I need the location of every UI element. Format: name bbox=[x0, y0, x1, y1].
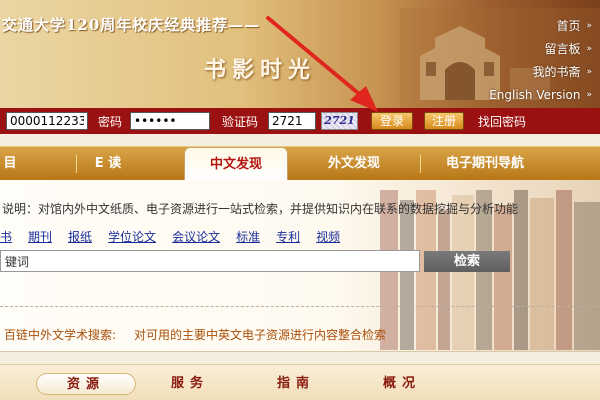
captcha-label: 验证码 bbox=[222, 114, 259, 129]
bottom-nav-overview[interactable]: 概况 bbox=[372, 373, 432, 395]
bottom-nav-guide[interactable]: 指南 bbox=[266, 373, 326, 395]
home-link-label: 首页 bbox=[556, 19, 581, 33]
password-label: 密码 bbox=[98, 114, 123, 129]
account-input[interactable] bbox=[6, 112, 88, 130]
tab-ejournal-navigation[interactable]: 电子期刊导航 bbox=[430, 147, 540, 180]
forgot-password-link[interactable]: 找回密码 bbox=[478, 113, 526, 130]
my-study-link-label: 我的书斋 bbox=[532, 65, 581, 79]
search-panel: 说明：对馆内外中文纸质、电子资源进行一站式检索，并提供知识内在联系的数据挖掘与分… bbox=[0, 180, 600, 352]
bottom-nav: 资源 服务 指南 概况 bbox=[0, 364, 600, 400]
message-board-link-label: 留言板 bbox=[544, 42, 581, 56]
password-input[interactable] bbox=[130, 112, 210, 130]
tab-bar: 目 E 读 中文发现 外文发现 电子期刊导航 bbox=[0, 146, 600, 182]
type-link-books[interactable]: 书 bbox=[0, 228, 12, 245]
home-link[interactable]: 首页 » bbox=[462, 14, 592, 37]
header-banner: 交通大学120周年校庆经典推荐—— 书影时光 首页 » 留言板 » 我的书斋 » En… bbox=[0, 0, 600, 108]
bottom-nav-services[interactable]: 服务 bbox=[160, 373, 220, 395]
tab-catalog[interactable]: 目 bbox=[0, 147, 20, 180]
english-version-link[interactable]: English Version » bbox=[462, 83, 592, 106]
my-study-link[interactable]: 我的书斋 » bbox=[462, 60, 592, 83]
double-chevron-right-icon: » bbox=[586, 20, 592, 31]
top-links: 首页 » 留言板 » 我的书斋 » English Version » bbox=[462, 14, 592, 106]
type-link-patents[interactable]: 专利 bbox=[276, 228, 300, 245]
captcha-image[interactable]: 2721 bbox=[321, 112, 358, 130]
academic-search-description: 对可用的主要中英文电子资源进行内容整合检索 bbox=[134, 328, 387, 342]
search-input[interactable] bbox=[0, 250, 420, 272]
academic-search-label[interactable]: 百链中外文学术搜索: bbox=[4, 326, 116, 343]
captcha-input[interactable] bbox=[268, 112, 316, 130]
login-button[interactable]: 登录 bbox=[371, 112, 413, 130]
banner-title: 交通大学120周年校庆经典推荐—— bbox=[2, 16, 261, 34]
english-version-link-label: English Version bbox=[489, 87, 581, 102]
type-link-conference-papers[interactable]: 会议论文 bbox=[172, 228, 220, 245]
search-description: 说明：对馆内外中文纸质、电子资源进行一站式检索，并提供知识内在联系的数据挖掘与分… bbox=[2, 202, 519, 216]
tab-foreign-discovery[interactable]: 外文发现 bbox=[304, 147, 404, 180]
tab-chinese-discovery[interactable]: 中文发现 bbox=[184, 147, 288, 182]
resource-type-links: 书 期刊 报纸 学位论文 会议论文 标准 专利 视频 bbox=[0, 228, 356, 245]
double-chevron-right-icon: » bbox=[586, 43, 592, 54]
double-chevron-right-icon: » bbox=[586, 66, 592, 77]
type-link-journals[interactable]: 期刊 bbox=[28, 228, 52, 245]
search-button[interactable]: 检索 bbox=[424, 251, 510, 272]
banner-subtitle: 书影时光 bbox=[204, 57, 317, 83]
dashed-divider bbox=[0, 306, 600, 307]
type-link-videos[interactable]: 视频 bbox=[316, 228, 340, 245]
bottom-nav-resources[interactable]: 资源 bbox=[36, 373, 136, 395]
tab-e-read[interactable]: E 读 bbox=[76, 147, 140, 180]
type-link-theses[interactable]: 学位论文 bbox=[108, 228, 156, 245]
login-bar: 密码 验证码 2721 登录 注册 找回密码 bbox=[0, 108, 600, 134]
tab-divider bbox=[420, 155, 421, 173]
double-chevron-right-icon: » bbox=[586, 89, 592, 100]
message-board-link[interactable]: 留言板 » bbox=[462, 37, 592, 60]
type-link-standards[interactable]: 标准 bbox=[236, 228, 260, 245]
register-button[interactable]: 注册 bbox=[424, 112, 464, 130]
type-link-newspapers[interactable]: 报纸 bbox=[68, 228, 92, 245]
